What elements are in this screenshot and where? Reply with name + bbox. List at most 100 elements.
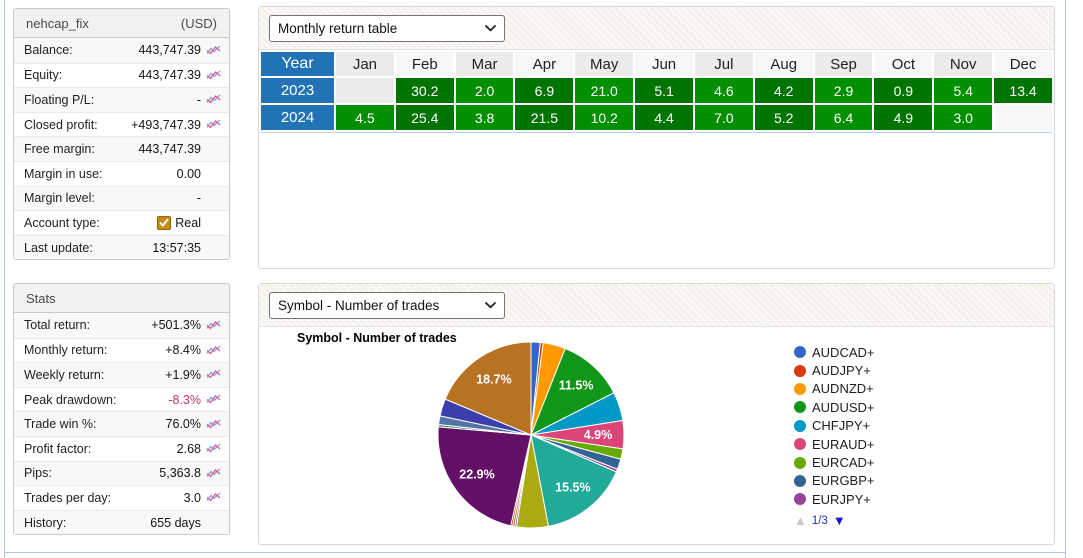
legend-page-down-icon[interactable]: ▼ [833, 513, 846, 528]
legend-color-dot [794, 474, 806, 487]
stats-row: Pips: 5,363.8 [14, 460, 229, 486]
table-underline [261, 132, 1052, 133]
chevron-down-icon [485, 302, 496, 309]
chart-icon[interactable] [206, 94, 221, 105]
return-cell: 5.4 [934, 78, 993, 103]
legend-item: AUDCAD+ [794, 343, 875, 361]
chart-icon[interactable] [206, 320, 221, 331]
legend-color-dot [794, 364, 806, 377]
legend-symbol-label: AUDJPY+ [812, 363, 871, 379]
right-page-border [1065, 0, 1066, 558]
year-column-header: Year [261, 52, 334, 76]
legend-symbol-label: EURJPY+ [812, 491, 871, 507]
month-column-header: May [575, 52, 634, 76]
month-column-header: Mar [455, 52, 514, 76]
return-cell: 13.4 [994, 78, 1052, 103]
return-cell: 10.2 [575, 105, 634, 130]
stats-row: Profit factor: 2.68 [14, 435, 229, 461]
return-cell: 4.9 [874, 105, 933, 130]
stats-row: Weekly return: +1.9% [14, 362, 229, 387]
return-cell [994, 105, 1052, 130]
legend-symbol-label: EURAUD+ [812, 436, 875, 452]
account-row-label: Margin level: [24, 191, 95, 206]
return-cell: 4.6 [694, 78, 753, 103]
stats-row-value: 5,363.8 [159, 466, 201, 481]
return-cell: 6.9 [515, 78, 574, 103]
stats-row: Total return: +501.3% [14, 313, 229, 338]
return-cell: 2.9 [814, 78, 873, 103]
chart-icon[interactable] [206, 70, 221, 81]
stats-panel-header: Stats [13, 283, 230, 313]
icon-slot [201, 486, 221, 510]
chart-icon[interactable] [206, 443, 221, 454]
month-column-header: Oct [874, 52, 933, 76]
return-cell: 21.0 [575, 78, 634, 103]
chart-icon[interactable] [206, 419, 221, 430]
return-cell: 25.4 [395, 105, 454, 130]
pie-chart: 11.5% 4.9% 15.5% 22.9% 18.7% [437, 341, 625, 529]
table-row: 2023 30.2 2.0 6.9 21.0 5.1 4.6 4.2 2.9 0.9 5.4 13.4 [261, 78, 1052, 103]
pie-slice-label: 4.9% [584, 428, 613, 442]
return-cell [336, 78, 394, 103]
account-row-value-text: Real [175, 215, 201, 230]
return-cell: 4.5 [336, 105, 394, 130]
pie-slice-label: 18.7% [476, 372, 511, 386]
stats-title: Stats [26, 290, 56, 306]
account-row-value: 443,747.39 [138, 43, 201, 58]
symbol-view-dropdown[interactable]: Symbol - Number of trades [269, 292, 505, 319]
chart-icon[interactable] [206, 468, 221, 479]
chart-icon[interactable] [206, 345, 221, 356]
table-row: 2024 4.5 25.4 3.8 21.5 10.2 4.4 7.0 5.2 6.4 4.9 3.0 [261, 105, 1052, 130]
check-icon [159, 218, 170, 228]
legend-symbol-label: AUDUSD+ [812, 399, 875, 415]
chart-icon[interactable] [206, 45, 221, 56]
legend-color-dot [794, 456, 806, 469]
icon-slot [201, 462, 221, 486]
return-cell: 30.2 [395, 78, 454, 103]
icon-slot [201, 187, 221, 211]
stats-row-label: Trades per day: [24, 490, 112, 505]
pie-slice-label: 11.5% [559, 379, 594, 393]
account-row: Margin in use: 0.00 [14, 160, 229, 186]
monthly-return-widget: Monthly return table Year Jan Feb Mar Apr May… [258, 6, 1055, 269]
monthly-view-dropdown[interactable]: Monthly return table [269, 15, 505, 42]
real-account-checkbox [157, 215, 172, 230]
legend-color-dot [794, 401, 806, 414]
year-cell: 2023 [261, 78, 334, 103]
symbol-widget-toolbar: Symbol - Number of trades [259, 284, 1054, 327]
stats-row-label: Monthly return: [24, 343, 108, 358]
stats-row-value: 76.0% [165, 417, 201, 432]
account-row: Free margin: 443,747.39 [14, 136, 229, 161]
chart-icon[interactable] [206, 369, 221, 380]
chart-icon[interactable] [206, 394, 221, 405]
monthly-view-dropdown-value: Monthly return table [278, 21, 398, 36]
icon-slot [201, 113, 221, 137]
icon-slot [201, 162, 221, 186]
stats-row: Peak drawdown: -8.3% [14, 386, 229, 412]
legend-symbol-label: EURGBP+ [812, 473, 875, 489]
chart-icon[interactable] [206, 492, 221, 503]
bottom-page-border [4, 552, 1066, 553]
icon-slot [201, 313, 221, 338]
legend-pager: ▲ 1/3 ▼ [794, 513, 846, 528]
month-column-header: Sep [814, 52, 873, 76]
return-cell: 21.5 [515, 105, 574, 130]
icon-slot [201, 412, 221, 436]
legend-page-up-icon[interactable]: ▲ [794, 513, 807, 528]
stats-row-value: +1.9% [165, 367, 201, 382]
stats-panel: Stats Total return: +501.3% Monthly return… [13, 283, 230, 536]
chart-icon[interactable] [206, 119, 221, 130]
icon-slot [201, 363, 221, 387]
month-column-header: Feb [395, 52, 454, 76]
legend-color-dot [794, 382, 806, 395]
account-row: Floating P/L: - [14, 87, 229, 112]
stats-row-value: 655 days [150, 515, 201, 530]
icon-slot [201, 437, 221, 461]
left-page-border [4, 0, 5, 558]
account-name: nehcap_fix [26, 15, 89, 31]
monthly-return-table: Year Jan Feb Mar Apr May Jun Jul Aug Sep Oct Nov Dec… [259, 50, 1054, 132]
stats-row: Trade win %: 76.0% [14, 411, 229, 436]
month-column-header: Jun [635, 52, 693, 76]
stats-row-value: +501.3% [151, 318, 201, 333]
stats-row-value: 3.0 [183, 490, 201, 505]
